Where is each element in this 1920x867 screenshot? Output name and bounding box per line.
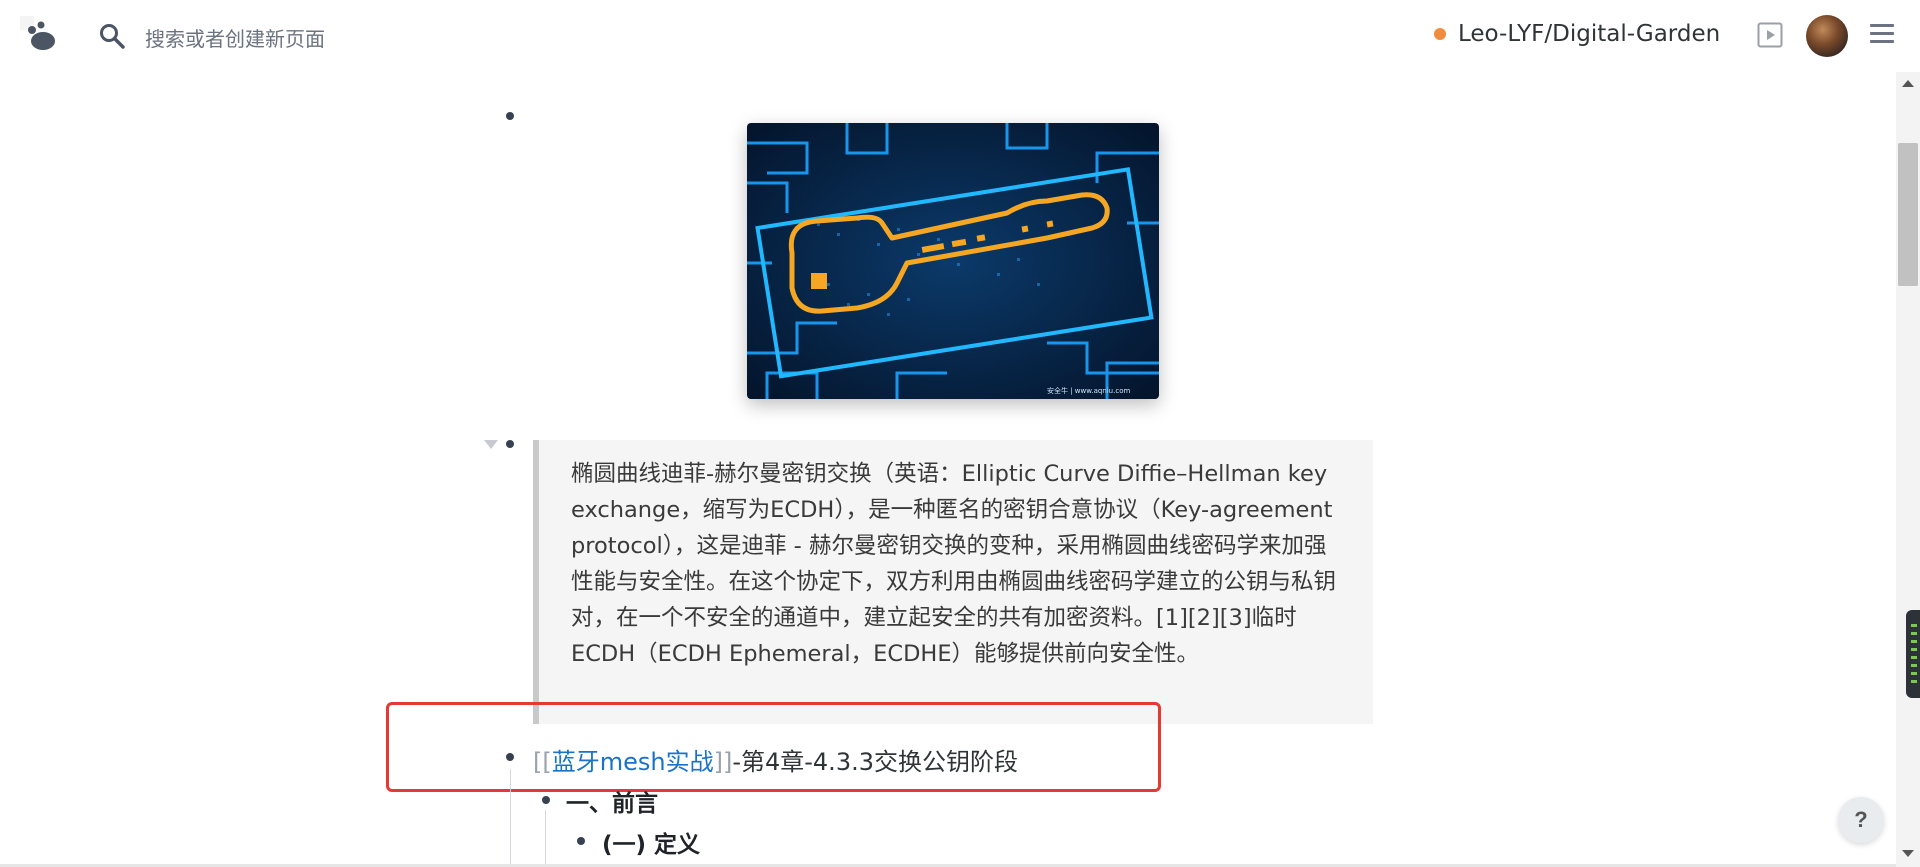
indent-guide — [510, 769, 511, 867]
scroll-down-arrow-icon[interactable] — [1902, 850, 1914, 857]
search-icon[interactable] — [99, 23, 125, 49]
repo-name: Leo-LYF/Digital-Garden — [1458, 21, 1721, 47]
avatar[interactable] — [1806, 15, 1848, 57]
image-watermark: 安全牛 | www.aqniu.com — [1047, 386, 1130, 395]
quote-block[interactable]: 椭圆曲线迪菲-赫尔曼密钥交换（英语：Elliptic Curve Diffie–… — [533, 440, 1373, 724]
indent-guide — [545, 810, 546, 867]
menu-icon[interactable] — [1870, 24, 1894, 46]
block-bullet[interactable] — [542, 796, 550, 804]
block-bullet[interactable] — [577, 837, 585, 845]
key-circuit-image[interactable]: 安全牛 | www.aqniu.com — [747, 123, 1159, 399]
scroll-up-arrow-icon[interactable] — [1902, 80, 1914, 87]
scrollbar-thumb[interactable] — [1898, 143, 1918, 286]
side-level-widget[interactable] — [1906, 610, 1920, 698]
block-bullet[interactable] — [506, 112, 514, 120]
top-bar: 搜索或者创建新页面 Leo-LYF/Digital-Garden — [0, 0, 1920, 72]
sync-status-dot — [1434, 28, 1446, 40]
play-icon[interactable] — [1757, 22, 1783, 48]
page-content: 安全牛 | www.aqniu.com 椭圆曲线迪菲-赫尔曼密钥交换（英语：El… — [0, 72, 1896, 867]
repo-selector[interactable]: Leo-LYF/Digital-Garden — [1434, 21, 1720, 47]
logo-icon[interactable] — [20, 16, 64, 56]
highlight-annotation-box — [386, 702, 1161, 792]
quote-text: 椭圆曲线迪菲-赫尔曼密钥交换（英语：Elliptic Curve Diffie–… — [571, 461, 1337, 667]
collapse-toggle-icon[interactable] — [484, 440, 498, 449]
search-input[interactable]: 搜索或者创建新页面 — [145, 23, 325, 52]
heading-preface: 一、前言 — [566, 791, 658, 817]
heading-definition: (一) 定义 — [602, 832, 701, 858]
help-button[interactable]: ? — [1838, 797, 1884, 843]
block-bullet[interactable] — [506, 440, 514, 448]
